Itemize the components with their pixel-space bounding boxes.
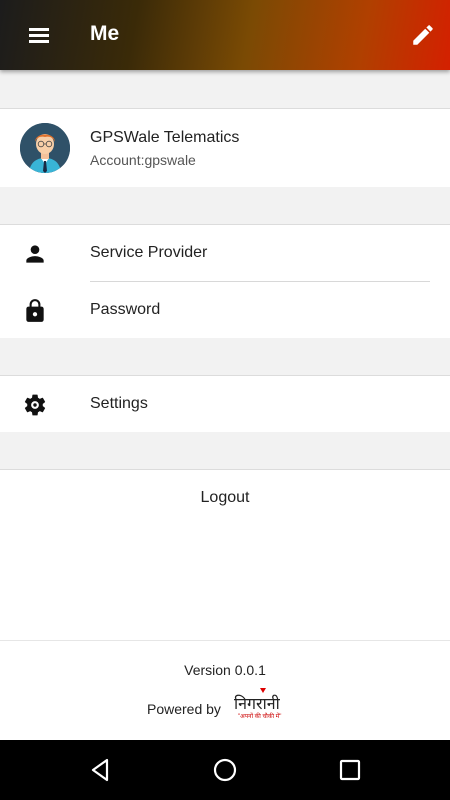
password-label: Password xyxy=(90,301,161,318)
app-bar: Me xyxy=(0,0,450,70)
hamburger-menu-icon[interactable] xyxy=(24,23,56,49)
back-icon[interactable] xyxy=(86,756,114,784)
logout-section: Logout xyxy=(0,469,450,640)
service-provider-item[interactable]: Service Provider xyxy=(0,225,450,281)
password-item[interactable]: Password xyxy=(0,282,450,338)
lock-icon xyxy=(26,299,44,322)
system-nav-bar xyxy=(0,740,450,800)
account-menu-group: Service Provider Password xyxy=(0,224,450,338)
logout-button[interactable]: Logout xyxy=(0,470,450,526)
nigrani-logo: निगरानी "अपनों की चौकी में" xyxy=(234,688,288,722)
person-icon xyxy=(26,245,44,263)
profile-account: Account:gpswale xyxy=(90,152,196,168)
settings-group: Settings xyxy=(0,375,450,432)
avatar-illustration xyxy=(20,123,70,173)
logo-text: निगरानी xyxy=(234,694,280,713)
edit-pencil-icon[interactable] xyxy=(410,22,436,48)
service-provider-label: Service Provider xyxy=(90,244,208,261)
version-text: Version 0.0.1 xyxy=(184,662,266,678)
settings-label: Settings xyxy=(90,395,148,412)
page-title: Me xyxy=(90,22,120,45)
gear-icon xyxy=(24,394,46,416)
logo-marker-icon xyxy=(260,688,266,693)
powered-by-text: Powered by xyxy=(147,701,221,717)
recents-icon[interactable] xyxy=(336,756,364,784)
avatar xyxy=(20,123,70,173)
logo-tagline: "अपनों की चौकी में" xyxy=(238,714,282,720)
profile-name: GPSWale Telematics xyxy=(90,129,240,146)
footer: Version 0.0.1 Powered by निगरानी "अपनों … xyxy=(0,640,450,741)
profile-card[interactable]: GPSWale Telematics Account:gpswale xyxy=(0,108,450,187)
settings-item[interactable]: Settings xyxy=(0,376,450,432)
home-icon[interactable] xyxy=(211,756,239,784)
